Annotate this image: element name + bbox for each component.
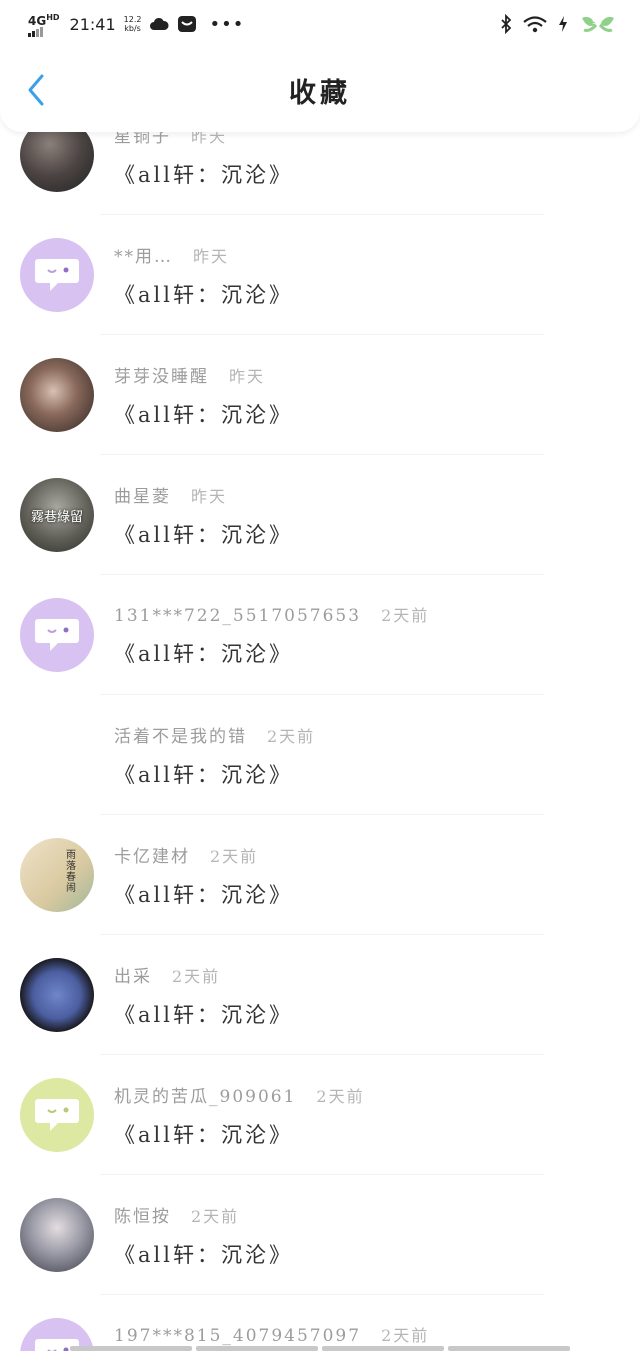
list-item[interactable]: 197***815_40794570972天前《all轩：沉沦》 (0, 1295, 640, 1351)
status-bar: 4GHD 21:41 12.2 kb/s ••• 95 (0, 0, 640, 48)
timestamp: 2天前 (316, 1086, 365, 1106)
work-title[interactable]: 《all轩：沉沦》 (114, 159, 293, 189)
item-info: 131***722_5517057653 2天前《all轩：沉沦》 (114, 602, 429, 668)
horizontal-scrollbar[interactable] (70, 1346, 570, 1351)
work-title[interactable]: 《all轩：沉沦》 (114, 399, 293, 429)
list-item[interactable]: 陈恒按 2天前《all轩：沉沦》 (0, 1175, 640, 1295)
work-title[interactable]: 《all轩：沉沦》 (114, 759, 315, 789)
item-meta: 芽芽没睡醒 昨天 (114, 362, 293, 387)
network-hd: HD (46, 12, 60, 22)
battery-icon: 95 (578, 14, 618, 34)
list-item[interactable]: 芽芽没睡醒 昨天《all轩：沉沦》 (0, 335, 640, 455)
work-title[interactable]: 《all轩：沉沦》 (114, 1119, 365, 1149)
item-info: 陈恒按 2天前《all轩：沉沦》 (114, 1202, 293, 1269)
timestamp: 2天前 (267, 726, 316, 746)
work-title[interactable]: 《all轩：沉沦》 (114, 638, 429, 668)
list-item[interactable]: 出采 2天前《all轩：沉沦》 (0, 935, 640, 1055)
list-item[interactable]: 霧巷綠留 曲星菱 昨天《all轩：沉沦》 (0, 455, 640, 575)
message-icon (177, 15, 197, 33)
timestamp: 2天前 (381, 1326, 430, 1345)
back-button[interactable] (18, 70, 54, 110)
item-info: **用… 昨天《all轩：沉沦》 (114, 242, 293, 309)
battery-level: 95 (592, 17, 603, 26)
avatar[interactable]: 雨落春闹 (20, 838, 94, 912)
item-meta: 曲星菱 昨天 (114, 482, 293, 507)
username[interactable]: **用… (114, 242, 173, 267)
list-item[interactable]: 活着不是我的错 2天前《all轩：沉沦》 (0, 695, 640, 815)
avatar[interactable]: 霧巷綠留 (20, 478, 94, 552)
item-meta: 活着不是我的错 2天前 (114, 722, 315, 747)
net-speed-value: 12.2 (123, 15, 142, 24)
username[interactable]: 197***815_4079457097 (114, 1326, 361, 1346)
chat-bubble-icon (35, 619, 79, 651)
list-item[interactable]: **用… 昨天《all轩：沉沦》 (0, 215, 640, 335)
username[interactable]: 活着不是我的错 (114, 722, 247, 747)
item-info: 机灵的苦瓜_909061 2天前《all轩：沉沦》 (114, 1082, 365, 1149)
chat-bubble-icon (35, 1099, 79, 1131)
avatar[interactable] (20, 238, 94, 312)
charging-icon (558, 15, 568, 33)
username[interactable]: 131***722_5517057653 (114, 606, 361, 626)
username[interactable]: 机灵的苦瓜_909061 (114, 1082, 296, 1107)
net-speed-unit: kb/s (124, 24, 141, 33)
work-title[interactable]: 《all轩：沉沦》 (114, 279, 293, 309)
timestamp: 昨天 (191, 486, 228, 506)
network-indicator: 4GHD (28, 12, 60, 37)
avatar[interactable] (20, 958, 94, 1032)
item-meta: 陈恒按 2天前 (114, 1202, 293, 1227)
item-meta: 131***722_5517057653 2天前 (114, 602, 429, 626)
timestamp: 2天前 (381, 606, 430, 625)
timestamp: 2天前 (191, 1206, 240, 1226)
cloud-icon (149, 16, 169, 32)
item-info: 芽芽没睡醒 昨天《all轩：沉沦》 (114, 362, 293, 429)
status-left: 4GHD 21:41 12.2 kb/s ••• (28, 12, 500, 37)
avatar[interactable] (20, 1078, 94, 1152)
username[interactable]: 卡亿建材 (114, 842, 190, 867)
avatar[interactable] (20, 1198, 94, 1272)
chat-bubble-icon (35, 259, 79, 291)
timestamp: 2天前 (172, 966, 221, 986)
avatar[interactable] (20, 598, 94, 672)
network-type: 4G (28, 13, 47, 28)
item-meta: 机灵的苦瓜_909061 2天前 (114, 1082, 365, 1107)
status-right: 95 (500, 14, 618, 34)
item-info: 曲星菱 昨天《all轩：沉沦》 (114, 482, 293, 549)
item-meta: 出采 2天前 (114, 962, 293, 987)
timestamp: 昨天 (193, 246, 230, 266)
item-info: 卡亿建材 2天前《all轩：沉沦》 (114, 842, 293, 909)
wifi-icon (522, 14, 548, 34)
chevron-left-icon (28, 74, 44, 106)
avatar[interactable] (20, 358, 94, 432)
item-info: 出采 2天前《all轩：沉沦》 (114, 962, 293, 1029)
clock: 21:41 (69, 14, 116, 34)
list-item[interactable]: 131***722_5517057653 2天前《all轩：沉沦》 (0, 575, 640, 695)
list-item[interactable]: 雨落春闹 卡亿建材 2天前《all轩：沉沦》 (0, 815, 640, 935)
bluetooth-icon (500, 14, 512, 34)
nav-bar: 收藏 (0, 48, 640, 132)
avatar-caption: 雨落春闹 (66, 850, 76, 894)
username[interactable]: 出采 (114, 962, 152, 987)
item-info: 活着不是我的错 2天前《all轩：沉沦》 (114, 722, 315, 789)
work-title[interactable]: 《all轩：沉沦》 (114, 519, 293, 549)
signal-icon (28, 26, 60, 37)
timestamp: 2天前 (210, 846, 259, 866)
list-item[interactable]: 机灵的苦瓜_909061 2天前《all轩：沉沦》 (0, 1055, 640, 1175)
avatar[interactable] (20, 718, 94, 792)
work-title[interactable]: 《all轩：沉沦》 (114, 1239, 293, 1269)
net-speed: 12.2 kb/s (124, 15, 142, 33)
timestamp: 昨天 (229, 366, 266, 386)
avatar-caption: 霧巷綠留 (30, 509, 83, 525)
username[interactable]: 芽芽没睡醒 (114, 362, 209, 387)
item-meta: 197***815_4079457097 2天前 (114, 1322, 429, 1346)
work-title[interactable]: 《all轩：沉沦》 (114, 999, 293, 1029)
item-meta: **用… 昨天 (114, 242, 293, 267)
username[interactable]: 曲星菱 (114, 482, 171, 507)
work-title[interactable]: 《all轩：沉沦》 (114, 879, 293, 909)
more-dots-icon: ••• (209, 13, 245, 35)
page-title: 收藏 (289, 77, 351, 109)
item-meta: 卡亿建材 2天前 (114, 842, 293, 867)
favorites-list: 星铜子 昨天 《all轩：沉沦》 **用… 昨天 《all轩：沉沦》 芽芽没睡醒 昨天 《all… (0, 95, 640, 1351)
username[interactable]: 陈恒按 (114, 1202, 171, 1227)
